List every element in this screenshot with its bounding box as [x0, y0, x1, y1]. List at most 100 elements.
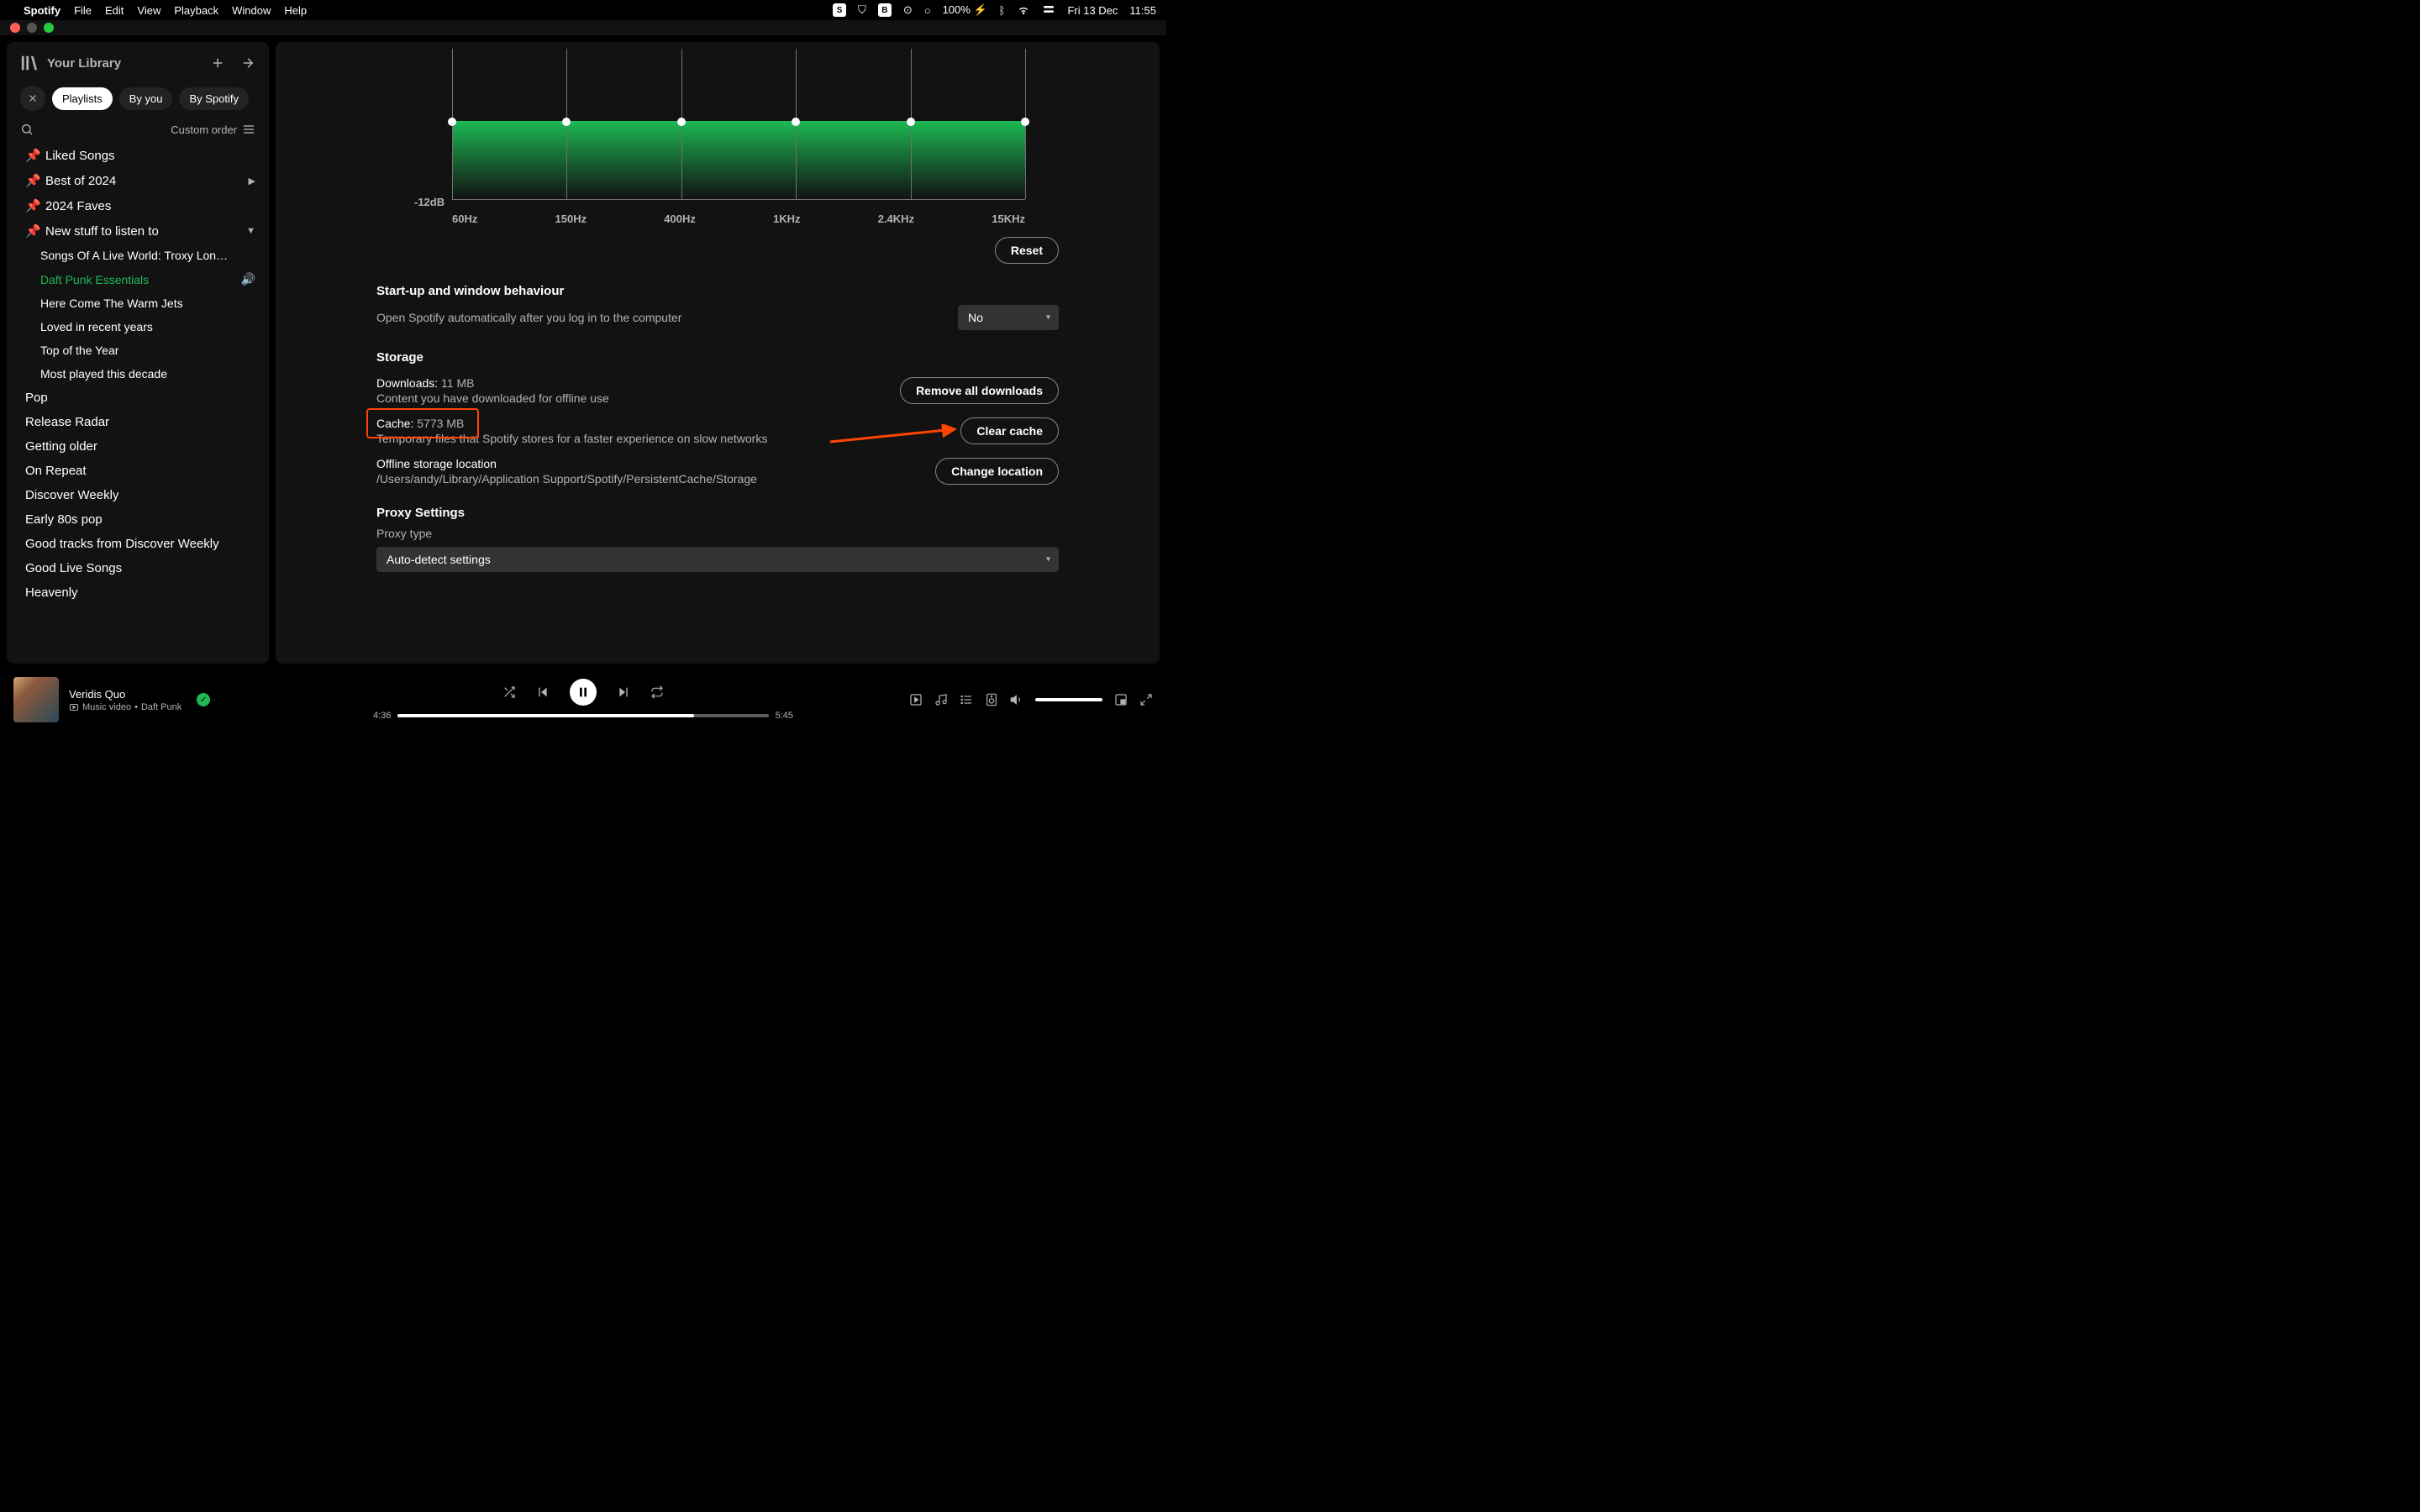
list-item[interactable]: Loved in recent years — [20, 315, 260, 339]
list-item[interactable]: Most played this decade — [20, 362, 260, 386]
list-item[interactable]: Top of the Year — [20, 339, 260, 362]
queue-icon[interactable] — [960, 693, 973, 706]
music-video-icon — [69, 702, 79, 712]
list-icon — [242, 123, 255, 136]
statusbar-time[interactable]: 11:55 — [1129, 4, 1156, 17]
added-to-liked-icon[interactable]: ✓ — [197, 693, 210, 706]
eq-slider[interactable] — [907, 118, 915, 126]
chevron-down-icon: ▾ — [1046, 313, 1050, 323]
window-close-button[interactable] — [10, 23, 20, 33]
menu-help[interactable]: Help — [284, 4, 307, 17]
app-name[interactable]: Spotify — [24, 4, 60, 17]
statusbar-circle-icon[interactable]: ○ — [924, 4, 931, 17]
statusbar-b-icon[interactable]: B — [878, 3, 892, 17]
menu-file[interactable]: File — [74, 4, 92, 17]
list-item[interactable]: 📌New stuff to listen to▼ — [20, 218, 260, 244]
window-maximize-button[interactable] — [44, 23, 54, 33]
search-library-icon[interactable] — [20, 123, 34, 136]
pin-icon: 📌 — [25, 148, 37, 163]
menu-window[interactable]: Window — [232, 4, 271, 17]
section-storage-title: Storage — [376, 350, 1059, 365]
now-playing-icon: 🔊 — [241, 272, 255, 286]
lyrics-icon[interactable] — [934, 693, 948, 706]
library-icon — [20, 54, 39, 72]
change-location-button[interactable]: Change location — [935, 458, 1059, 485]
previous-button[interactable] — [536, 685, 550, 699]
album-art[interactable] — [13, 677, 59, 722]
startup-select[interactable]: No ▾ — [958, 305, 1059, 330]
chevron-down-icon: ▼ — [246, 226, 255, 236]
statusbar-shield-icon[interactable]: ⛉ — [858, 3, 866, 17]
menu-edit[interactable]: Edit — [105, 4, 124, 17]
shuffle-button[interactable] — [502, 685, 516, 699]
clear-cache-button[interactable]: Clear cache — [960, 417, 1059, 444]
list-item[interactable]: Here Come The Warm Jets — [20, 291, 260, 315]
menu-view[interactable]: View — [137, 4, 160, 17]
now-playing-view-icon[interactable] — [909, 693, 923, 706]
volume-slider[interactable] — [1035, 698, 1102, 701]
fullscreen-icon[interactable] — [1139, 693, 1153, 706]
chip-by-spotify[interactable]: By Spotify — [179, 87, 249, 110]
library-list: 📌Liked Songs 📌Best of 2024▶ 📌2024 Faves … — [7, 143, 269, 664]
expand-library-icon[interactable] — [240, 55, 255, 71]
list-item[interactable]: 📌2024 Faves — [20, 193, 260, 218]
window-minimize-button[interactable] — [27, 23, 37, 33]
statusbar-s-icon[interactable]: S — [833, 3, 846, 17]
list-item[interactable]: 📌Liked Songs — [20, 143, 260, 168]
statusbar-wifi-icon[interactable] — [1017, 3, 1030, 18]
list-item[interactable]: Getting older — [20, 434, 260, 459]
remove-downloads-button[interactable]: Remove all downloads — [900, 377, 1059, 404]
repeat-button[interactable] — [650, 685, 664, 699]
eq-chart[interactable] — [452, 49, 1025, 200]
list-item[interactable]: Daft Punk Essentials🔊 — [20, 267, 260, 291]
list-item[interactable]: Good Live Songs — [20, 556, 260, 580]
settings-panel: -12dB 60H — [276, 42, 1160, 664]
add-playlist-icon[interactable] — [210, 55, 225, 71]
sort-button[interactable]: Custom order — [171, 123, 255, 136]
track-title[interactable]: Veridis Quo — [69, 688, 182, 701]
track-meta[interactable]: Music video • Daft Punk — [69, 702, 182, 712]
menu-playback[interactable]: Playback — [174, 4, 218, 17]
eq-slider[interactable] — [677, 118, 686, 126]
next-button[interactable] — [617, 685, 630, 699]
chevron-right-icon: ▶ — [249, 176, 255, 186]
progress-bar[interactable] — [397, 714, 768, 717]
eq-reset-button[interactable]: Reset — [995, 237, 1059, 264]
equalizer: -12dB 60H — [376, 49, 1059, 225]
list-item[interactable]: Heavenly — [20, 580, 260, 605]
list-item[interactable]: Early 80s pop — [20, 507, 260, 532]
connect-device-icon[interactable] — [985, 693, 998, 706]
chip-playlists[interactable]: Playlists — [52, 87, 113, 110]
chevron-down-icon: ▾ — [1046, 555, 1050, 564]
proxy-type-select[interactable]: Auto-detect settings ▾ — [376, 547, 1059, 572]
macos-menubar: Spotify File Edit View Playback Window H… — [0, 0, 1166, 20]
statusbar-play-circle-icon[interactable]: ⊙ — [903, 3, 913, 17]
eq-db-label: -12dB — [414, 196, 445, 208]
volume-icon[interactable] — [1010, 693, 1023, 706]
statusbar-control-center-icon[interactable] — [1042, 3, 1055, 18]
eq-slider[interactable] — [1021, 118, 1029, 126]
pause-icon — [576, 685, 590, 699]
list-item[interactable]: Discover Weekly — [20, 483, 260, 507]
list-item[interactable]: On Repeat — [20, 459, 260, 483]
clear-filter-button[interactable] — [20, 86, 45, 111]
eq-slider[interactable] — [448, 118, 456, 126]
play-pause-button[interactable] — [570, 679, 597, 706]
statusbar-battery[interactable]: 100% ⚡ — [943, 3, 987, 17]
eq-freq-labels: 60Hz 150Hz 400Hz 1KHz 2.4KHz 15KHz — [452, 213, 1025, 225]
chip-by-you[interactable]: By you — [119, 87, 173, 110]
app-body: Your Library Playlists By you By Spotify… — [0, 35, 1166, 670]
progress-fill — [397, 714, 694, 717]
list-item[interactable]: 📌Best of 2024▶ — [20, 168, 260, 193]
library-header[interactable]: Your Library — [20, 54, 121, 72]
list-item[interactable]: Good tracks from Discover Weekly — [20, 532, 260, 556]
proxy-type-label: Proxy type — [376, 527, 1059, 540]
miniplayer-icon[interactable] — [1114, 693, 1128, 706]
list-item[interactable]: Pop — [20, 386, 260, 410]
offline-location-path: /Users/andy/Library/Application Support/… — [376, 472, 757, 486]
section-proxy-title: Proxy Settings — [376, 506, 1059, 520]
statusbar-date[interactable]: Fri 13 Dec — [1067, 4, 1118, 17]
list-item[interactable]: Songs Of A Live World: Troxy Lon… — [20, 244, 260, 267]
list-item[interactable]: Release Radar — [20, 410, 260, 434]
statusbar-bluetooth-icon[interactable]: ᛒ — [999, 4, 1006, 17]
